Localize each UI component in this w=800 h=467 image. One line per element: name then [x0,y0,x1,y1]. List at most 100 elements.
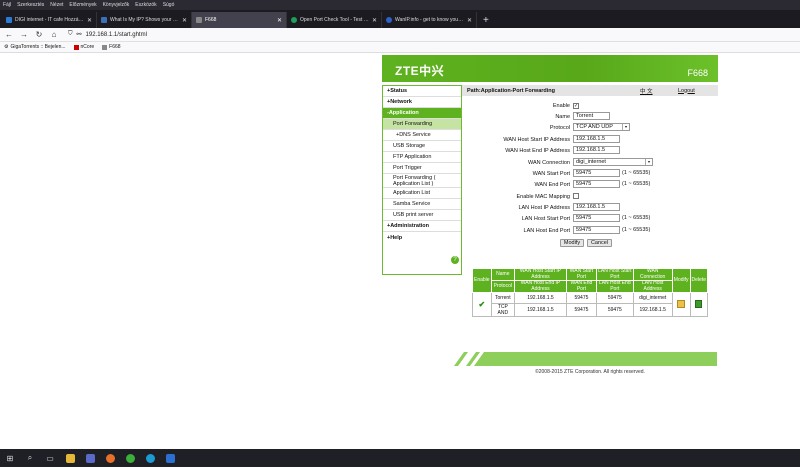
sidebar-item-port-trigger[interactable]: Port Trigger [383,163,461,174]
trash-icon[interactable] [689,292,709,317]
firefox-icon[interactable] [104,452,116,464]
maps-icon[interactable] [164,452,176,464]
main-content: Path:Application-Port Forwarding 中 文 Log… [462,85,718,317]
wan-connection-select[interactable]: digi_internet ▾ [573,158,653,166]
edit-icon[interactable] [671,292,691,317]
nav-bar: ← → ↻ ⌂ ⛉ ⚯ 192.168.1.1/start.ghtml [0,28,800,42]
url-text[interactable]: 192.168.1.1/start.ghtml [86,32,147,38]
bookmark-ncore[interactable]: nCore [73,44,94,50]
sidebar-item-status[interactable]: +Status [383,86,461,97]
enable-checkbox[interactable]: ✓ [573,103,579,109]
lan-ip-field[interactable]: 192.168.1.5 [573,203,620,211]
task-view-icon[interactable]: ▭ [44,452,56,464]
help-icon[interactable]: ? [451,256,459,264]
close-icon[interactable]: ✕ [87,17,92,24]
sidebar-item-administration[interactable]: +Administration [383,221,461,232]
cell-name: Torrent [490,292,516,304]
wan-start-ip-field[interactable]: 192.168.1.5 [573,135,620,143]
home-icon[interactable]: ⌂ [49,30,59,39]
reload-icon[interactable]: ↻ [34,30,44,39]
menu-edit[interactable]: Szerkesztés [17,2,44,8]
windows-start-icon[interactable]: ⊞ [4,452,16,464]
wan-end-port-range: (1 ~ 65535) [622,181,651,187]
protocol-select[interactable]: TCP AND UDP ▾ [573,123,630,131]
search-icon[interactable]: ⌕ [24,452,36,464]
name-label: Name [555,113,570,120]
site-favicon-icon [196,17,202,23]
col-delete: Delete [689,268,709,293]
mac-mapping-checkbox[interactable] [573,193,579,199]
tab-title: F668 [205,17,217,23]
menu-tools[interactable]: Eszközök [135,2,156,8]
sidebar-item-ftp[interactable]: FTP Application [383,152,461,163]
wan-start-port-field[interactable]: 59475 [573,169,620,177]
menu-history[interactable]: Előzmények [69,2,96,8]
col-wan-start-port: WAN Start Port [565,268,597,281]
lan-end-port-field[interactable]: 59475 [573,226,620,234]
wan-connection-value: digi_internet [576,159,606,165]
tab-bar: DIGI internet - IT cafe Hozzászólás✕ Wha… [0,10,800,28]
new-tab-button[interactable]: + [477,12,495,28]
bookmark-label: F668 [109,44,121,50]
permissions-icon[interactable]: ⚯ [77,31,82,38]
tab-open-port-check[interactable]: Open Port Check Tool - Test Port ✕ [287,12,382,28]
forward-icon[interactable]: → [19,30,29,39]
lan-ip-label: LAN Host IP Address [518,204,570,211]
col-wan-end-port: WAN End Port [565,280,597,293]
sidebar-item-port-forwarding-app-list[interactable]: Port Forwarding ( Application List ) [383,174,461,188]
close-icon[interactable]: ✕ [277,17,282,24]
utorrent-icon[interactable] [124,452,136,464]
menu-view[interactable]: Nézet [50,2,63,8]
sidebar-item-network[interactable]: +Network [383,97,461,108]
lan-start-port-field[interactable]: 59475 [573,214,620,222]
sidebar-item-samba[interactable]: Samba Service [383,199,461,210]
site-favicon-icon [291,17,297,23]
menu-bookmarks[interactable]: Könyvjelzők [103,2,130,8]
sidebar-item-help[interactable]: +Help [383,232,461,243]
tab-digi[interactable]: DIGI internet - IT cafe Hozzászólás✕ [2,12,97,28]
cell-wan-end-port: 59475 [565,303,597,317]
table-row: ✔ Torrent 192.168.1.5 59475 59475 digi_i… [472,292,709,317]
cancel-button[interactable]: Cancel [587,239,612,247]
router-page: ZTE中兴 F668 +Status +Network -Application… [382,55,718,380]
gear-icon: ⚙ [4,44,9,50]
save-app-icon[interactable] [84,452,96,464]
wan-end-port-field[interactable]: 59475 [573,180,620,188]
sidebar-item-usb-storage[interactable]: USB Storage [383,141,461,152]
sidebar-item-dns-service[interactable]: +DNS Service [383,130,461,141]
cell-lan-ip: 192.168.1.5 [632,303,673,317]
menu-help[interactable]: Súgó [163,2,175,8]
wan-end-ip-field[interactable]: 192.168.1.5 [573,146,620,154]
cell-wan-start-port: 59475 [565,292,597,304]
menu-file[interactable]: Fájl [3,2,11,8]
bookmark-f668[interactable]: F668 [102,44,121,50]
close-icon[interactable]: ✕ [372,17,377,24]
address-bar[interactable]: ⛉ ⚯ 192.168.1.1/start.ghtml [68,31,147,38]
close-icon[interactable]: ✕ [467,17,472,24]
sidebar-item-application-list[interactable]: Application List [383,188,461,199]
sidebar-item-port-forwarding[interactable]: Port Forwarding [383,119,461,130]
col-modify: Modify [671,268,691,293]
language-link[interactable]: 中 文 [640,87,653,95]
logout-link[interactable]: Logout [678,88,695,94]
bookmark-gigatorrents[interactable]: ⚙ GigaTorrents :: Bejelen... [4,44,66,50]
back-icon[interactable]: ← [4,30,14,39]
tab-f668[interactable]: F668 ✕ [192,12,287,28]
model-name: F668 [687,68,708,78]
sidebar-item-application[interactable]: -Application [383,108,461,119]
col-enable: Enable [472,268,492,293]
file-explorer-icon[interactable] [64,452,76,464]
close-icon[interactable]: ✕ [182,17,187,24]
sidebar-item-usb-print[interactable]: USB print server [383,210,461,221]
tab-title: Open Port Check Tool - Test Port [300,17,369,23]
copyright: ©2008-2015 ZTE Corporation. All rights r… [535,369,645,375]
enable-label: Enable [552,102,570,109]
tab-title: What Is My IP? Shows your real IP [110,17,179,23]
skype-icon[interactable] [144,452,156,464]
shield-icon[interactable]: ⛉ [68,31,73,38]
modify-button[interactable]: Modify [560,239,584,247]
rules-table: Enable Name WAN Host Start IP Address WA… [472,268,709,317]
tab-wanip[interactable]: WanIP.info - get to know your IP ✕ [382,12,477,28]
tab-whatismyip[interactable]: What Is My IP? Shows your real IP✕ [97,12,192,28]
name-field[interactable]: Torrent [573,112,610,120]
